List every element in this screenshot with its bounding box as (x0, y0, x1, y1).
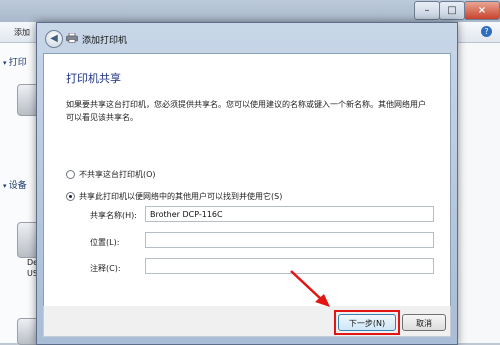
no-share-option[interactable]: 不共享这台打印机(O) (66, 169, 156, 180)
maximize-button[interactable]: □ (439, 1, 465, 20)
share-name-input[interactable] (145, 206, 434, 222)
no-share-radio[interactable] (66, 170, 75, 179)
add-toolbar-label[interactable]: 添加 (14, 27, 30, 38)
printer-icon (66, 33, 78, 43)
share-radio[interactable] (66, 192, 75, 201)
location-label: 位置(L): (90, 238, 120, 247)
background-right-pane (454, 43, 500, 343)
back-arrow-icon[interactable]: ◀ (45, 30, 63, 48)
add-printer-dialog: ◀ 添加打印机 打印机共享 如果要共享这台打印机，您必须提供共享名。您可以使用建… (36, 22, 458, 345)
dialog-header: ◀ 添加打印机 (37, 23, 457, 53)
highlight-box (334, 310, 400, 335)
page-heading: 打印机共享 (66, 72, 121, 85)
location-input[interactable] (145, 232, 434, 248)
close-button[interactable]: × (464, 1, 500, 20)
comment-input[interactable] (145, 258, 434, 274)
comment-label: 注释(C): (90, 264, 121, 273)
dialog-footer: 下一步(N) 取消 (43, 306, 451, 337)
share-label[interactable]: 共享此打印机以便网络中的其他用户可以找到并使用它(S) (79, 191, 282, 202)
section-devices-label: ▾ 设备 (3, 181, 27, 191)
share-name-label: 共享名称(H): (90, 211, 137, 220)
section-printers-label: ▾ 打印 (3, 58, 27, 68)
dialog-content: 打印机共享 如果要共享这台打印机，您必须提供共享名。您可以使用建议的名称或键入一… (43, 53, 451, 307)
no-share-label[interactable]: 不共享这台打印机(O) (79, 169, 156, 180)
minimize-button[interactable]: – (414, 1, 440, 20)
share-option[interactable]: 共享此打印机以便网络中的其他用户可以找到并使用它(S) (66, 191, 282, 202)
background-titlebar: – □ × (0, 0, 500, 22)
dialog-title: 添加打印机 (82, 36, 128, 46)
description-text: 如果要共享这台打印机，您必须提供共享名。您可以使用建议的名称或键入一个新名称。其… (66, 100, 426, 122)
help-icon[interactable]: ? (481, 26, 492, 37)
cancel-button[interactable]: 取消 (402, 314, 446, 331)
